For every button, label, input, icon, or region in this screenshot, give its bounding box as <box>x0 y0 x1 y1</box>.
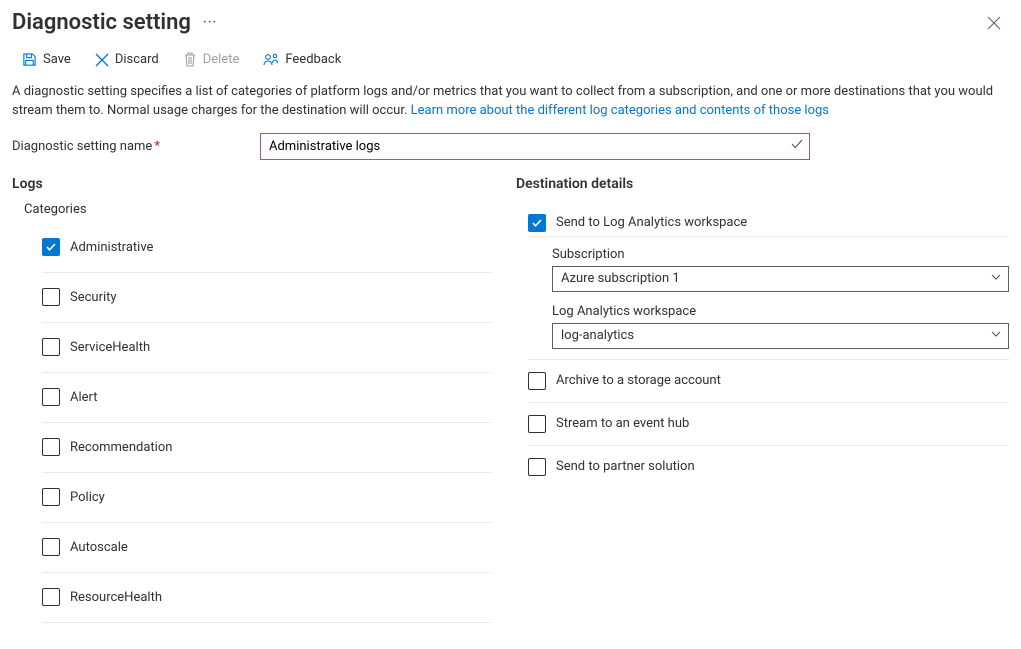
page-title: Diagnostic setting ··· <box>12 10 217 35</box>
category-row: Recommendation <box>42 423 492 473</box>
command-bar: Save Discard Delete Feedback <box>0 39 1021 79</box>
category-label: ServiceHealth <box>70 340 150 355</box>
category-row: Administrative <box>42 223 492 273</box>
logs-heading: Logs <box>12 176 492 192</box>
category-row: Security <box>42 273 492 323</box>
category-row: Alert <box>42 373 492 423</box>
save-icon <box>22 52 37 67</box>
dest-partner-checkbox[interactable] <box>528 458 546 476</box>
dest-storage-checkbox[interactable] <box>528 372 546 390</box>
dest-partner-row: Send to partner solution <box>528 446 1009 488</box>
category-checkbox[interactable] <box>42 588 60 606</box>
dest-log-analytics-row: Send to Log Analytics workspace <box>528 202 1009 236</box>
category-checkbox[interactable] <box>42 288 60 306</box>
category-label: Security <box>70 290 117 305</box>
subscription-label: Subscription <box>552 247 1009 262</box>
setting-name-row: Diagnostic setting name* <box>0 129 1021 170</box>
category-checkbox[interactable] <box>42 488 60 506</box>
category-row: Autoscale <box>42 523 492 573</box>
category-label: Recommendation <box>70 440 172 455</box>
learn-more-link[interactable]: Learn more about the different log categ… <box>411 103 829 118</box>
category-label: ResourceHealth <box>70 590 162 605</box>
save-button[interactable]: Save <box>18 50 75 69</box>
category-row: ResourceHealth <box>42 573 492 623</box>
category-label: Policy <box>70 490 105 505</box>
dest-storage-row: Archive to a storage account <box>528 360 1009 403</box>
category-checkbox[interactable] <box>42 388 60 406</box>
workspace-select[interactable]: log-analytics <box>552 323 1009 349</box>
logs-column: Logs Categories Administrative Security Se… <box>12 176 492 623</box>
chevron-down-icon <box>990 271 1002 287</box>
category-label: Autoscale <box>70 540 128 555</box>
workspace-label: Log Analytics workspace <box>552 304 1009 319</box>
categories-list: Administrative Security ServiceHealth Alert… <box>42 223 492 623</box>
discard-button[interactable]: Discard <box>91 50 163 69</box>
page-title-text: Diagnostic setting <box>12 10 191 35</box>
delete-button: Delete <box>179 50 244 69</box>
delete-icon <box>183 52 197 67</box>
destinations-list: Send to Log Analytics workspace Subscrip… <box>528 202 1009 488</box>
destinations-heading: Destination details <box>516 176 1009 192</box>
page-header: Diagnostic setting ··· <box>0 0 1021 39</box>
category-row: ServiceHealth <box>42 323 492 373</box>
categories-heading: Categories <box>24 202 492 217</box>
category-checkbox[interactable] <box>42 538 60 556</box>
setting-name-label: Diagnostic setting name* <box>12 139 260 154</box>
discard-icon <box>95 53 109 67</box>
feedback-button[interactable]: Feedback <box>259 50 345 69</box>
setting-name-field <box>260 133 810 160</box>
dest-log-analytics-checkbox[interactable] <box>528 214 546 232</box>
close-icon <box>987 16 1001 30</box>
description-text: A diagnostic setting specifies a list of… <box>0 79 1021 129</box>
dest-eventhub-checkbox[interactable] <box>528 415 546 433</box>
dest-log-analytics-label: Send to Log Analytics workspace <box>556 215 747 230</box>
category-label: Administrative <box>70 240 153 255</box>
category-checkbox[interactable] <box>42 338 60 356</box>
category-checkbox[interactable] <box>42 438 60 456</box>
chevron-down-icon <box>990 328 1002 344</box>
dest-eventhub-label: Stream to an event hub <box>556 416 689 431</box>
required-indicator: * <box>154 139 160 154</box>
destinations-column: Destination details Send to Log Analytic… <box>516 176 1009 623</box>
dest-partner-label: Send to partner solution <box>556 459 695 474</box>
category-row: Policy <box>42 473 492 523</box>
more-icon[interactable]: ··· <box>203 15 217 30</box>
setting-name-input[interactable] <box>260 133 810 160</box>
category-label: Alert <box>70 390 98 405</box>
dest-storage-label: Archive to a storage account <box>556 373 721 388</box>
feedback-icon <box>263 53 279 67</box>
subscription-select[interactable]: Azure subscription 1 <box>552 266 1009 292</box>
dest-eventhub-row: Stream to an event hub <box>528 403 1009 446</box>
category-checkbox[interactable] <box>42 238 60 256</box>
close-button[interactable] <box>983 12 1005 34</box>
dest-log-analytics-details: Subscription Azure subscription 1 Log An… <box>528 237 1009 360</box>
